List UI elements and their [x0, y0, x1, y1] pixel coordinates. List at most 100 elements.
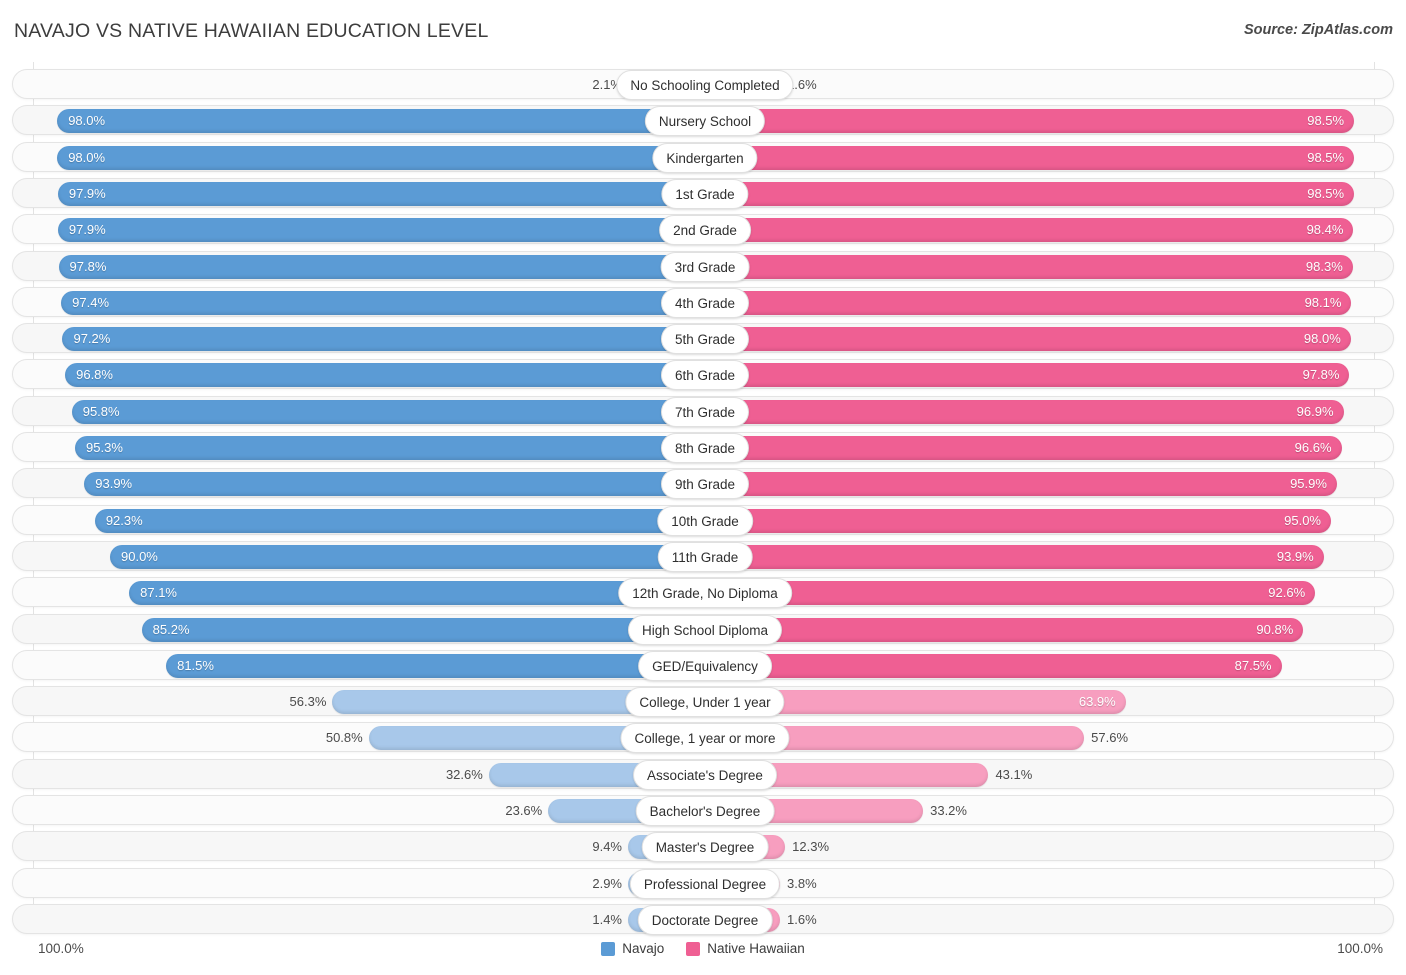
table-row[interactable]: 9.4% 12.3% Master's Degree [12, 831, 1394, 863]
value-label-native-hawaiian: 1.6% [787, 911, 817, 927]
legend-item[interactable]: Navajo [601, 941, 664, 956]
category-label: 5th Grade [660, 324, 750, 355]
table-row[interactable]: 95.3% 96.6% 8th Grade [12, 432, 1394, 463]
bar-native-hawaiian[interactable] [704, 218, 1354, 243]
table-row[interactable]: 97.2% 98.0% 5th Grade [12, 323, 1394, 355]
bar-native-hawaiian[interactable] [704, 181, 1355, 206]
category-label: Doctorate Degree [637, 904, 773, 935]
bar-native-hawaiian[interactable] [704, 399, 1344, 424]
chart-legend: Navajo Native Hawaiian [0, 941, 1406, 956]
value-label-navajo: 9.4% [592, 839, 622, 855]
bar-navajo[interactable] [57, 181, 704, 206]
table-row[interactable]: 32.6% 43.1% Associate's Degree [12, 758, 1394, 790]
category-label: 10th Grade [657, 505, 753, 536]
table-row[interactable]: 2.1% 1.6% No Schooling Completed [12, 69, 1394, 100]
bar-navajo[interactable] [141, 617, 704, 642]
category-label: Associate's Degree [633, 759, 777, 790]
value-label-native-hawaiian: 95.9% [1290, 476, 1327, 492]
category-label: High School Diploma [627, 614, 783, 645]
value-label-native-hawaiian: 87.5% [1234, 657, 1272, 673]
bar-native-hawaiian[interactable] [704, 653, 1282, 678]
bar-native-hawaiian[interactable] [704, 544, 1324, 569]
table-row[interactable]: 50.8% 57.6% College, 1 year or more [12, 722, 1394, 754]
table-row[interactable]: 2.9% 3.8% Professional Degree [12, 867, 1394, 899]
bar-navajo[interactable] [71, 399, 704, 424]
value-label-native-hawaiian: 98.5% [1307, 113, 1345, 129]
value-label-native-hawaiian: 98.4% [1306, 222, 1344, 238]
chart-plot-area: 2.1% 1.6% No Schooling Completed 98.0% 98.5%… [0, 62, 1406, 935]
bar-native-hawaiian[interactable] [704, 254, 1353, 279]
bar-native-hawaiian[interactable] [704, 145, 1355, 170]
bar-navajo[interactable] [57, 109, 704, 134]
table-row[interactable]: 96.8% 97.8% 6th Grade [12, 359, 1394, 391]
bar-native-hawaiian[interactable] [704, 290, 1352, 315]
legend-item[interactable]: Native Hawaiian [686, 941, 805, 956]
bar-navajo[interactable] [166, 653, 704, 678]
value-label-native-hawaiian: 98.5% [1307, 149, 1345, 165]
value-label-navajo: 97.9% [68, 185, 106, 201]
source-attribution: Source: ZipAtlas.com [1243, 22, 1393, 38]
category-label: 3rd Grade [660, 251, 750, 282]
table-row[interactable]: 92.3% 95.0% 10th Grade [12, 504, 1394, 536]
category-label: 4th Grade [660, 287, 750, 318]
bar-native-hawaiian[interactable] [704, 109, 1355, 134]
category-label: 12th Grade, No Diploma [618, 578, 792, 609]
category-label: College, 1 year or more [620, 723, 790, 754]
bar-native-hawaiian[interactable] [704, 436, 1342, 460]
category-label: College, Under 1 year [625, 687, 785, 718]
table-row[interactable]: 93.9% 95.9% 9th Grade [12, 468, 1394, 500]
category-label: Professional Degree [629, 868, 781, 899]
table-row[interactable]: 81.5% 87.5% GED/Equivalency [12, 649, 1394, 681]
bar-native-hawaiian[interactable] [704, 472, 1337, 497]
value-label-navajo: 97.8% [69, 258, 107, 274]
bar-navajo[interactable] [75, 436, 704, 460]
value-label-navajo: 23.6% [505, 803, 543, 818]
bar-native-hawaiian[interactable] [704, 363, 1350, 388]
chart-footer: 100.0% Navajo Native Hawaiian 100.0% [0, 934, 1406, 975]
table-row[interactable]: 23.6% 33.2% Bachelor's Degree [12, 795, 1394, 826]
table-row[interactable]: 56.3% 63.9% College, Under 1 year [12, 686, 1394, 718]
value-label-navajo: 81.5% [177, 657, 214, 673]
table-row[interactable]: 97.8% 98.3% 3rd Grade [12, 250, 1394, 282]
bar-native-hawaiian[interactable] [704, 508, 1331, 533]
bar-navajo[interactable] [110, 544, 704, 569]
value-label-native-hawaiian: 33.2% [930, 803, 967, 818]
bar-native-hawaiian[interactable] [704, 581, 1316, 606]
table-row[interactable]: 97.9% 98.5% 1st Grade [12, 177, 1394, 209]
table-row[interactable]: 87.1% 92.6% 12th Grade, No Diploma [12, 577, 1394, 609]
table-row[interactable]: 90.0% 93.9% 11th Grade [12, 540, 1394, 572]
bar-native-hawaiian[interactable] [704, 617, 1304, 642]
value-label-navajo: 98.0% [68, 113, 106, 129]
bar-native-hawaiian[interactable] [704, 327, 1351, 352]
value-label-navajo: 56.3% [289, 694, 327, 710]
value-label-native-hawaiian: 92.6% [1268, 585, 1306, 601]
page-title: Navajo vs Native Hawaiian Education Leve… [14, 20, 489, 42]
chart-header: Navajo vs Native Hawaiian Education Leve… [0, 0, 1406, 58]
bar-navajo[interactable] [57, 218, 704, 243]
category-label: 9th Grade [660, 469, 750, 500]
value-label-navajo: 98.0% [68, 149, 106, 165]
table-row[interactable]: 98.0% 98.5% Kindergarten [12, 141, 1394, 173]
bar-navajo[interactable] [58, 254, 704, 279]
bar-navajo[interactable] [84, 472, 704, 497]
bar-navajo[interactable] [94, 508, 704, 533]
table-row[interactable]: 98.0% 98.5% Nursery School [12, 105, 1394, 137]
category-label: 6th Grade [660, 360, 750, 391]
table-row[interactable]: 97.9% 98.4% 2nd Grade [12, 214, 1394, 246]
bar-navajo[interactable] [62, 327, 704, 352]
table-row[interactable]: 95.8% 96.9% 7th Grade [12, 395, 1394, 427]
legend-label: Navajo [622, 941, 665, 956]
table-row[interactable]: 85.2% 90.8% High School Diploma [12, 613, 1394, 645]
table-row[interactable]: 1.4% 1.6% Doctorate Degree [12, 903, 1394, 935]
value-label-navajo: 96.8% [76, 367, 113, 383]
table-row[interactable]: 97.4% 98.1% 4th Grade [12, 286, 1394, 318]
bar-navajo[interactable] [61, 290, 704, 315]
category-label: Master's Degree [641, 832, 769, 863]
bar-navajo[interactable] [65, 363, 704, 388]
value-label-navajo: 97.9% [68, 222, 106, 238]
value-label-native-hawaiian: 63.9% [1078, 694, 1116, 710]
category-label: Nursery School [644, 106, 766, 137]
value-label-navajo: 32.6% [445, 766, 483, 782]
bar-navajo[interactable] [57, 145, 704, 170]
value-label-navajo: 2.9% [592, 875, 622, 891]
